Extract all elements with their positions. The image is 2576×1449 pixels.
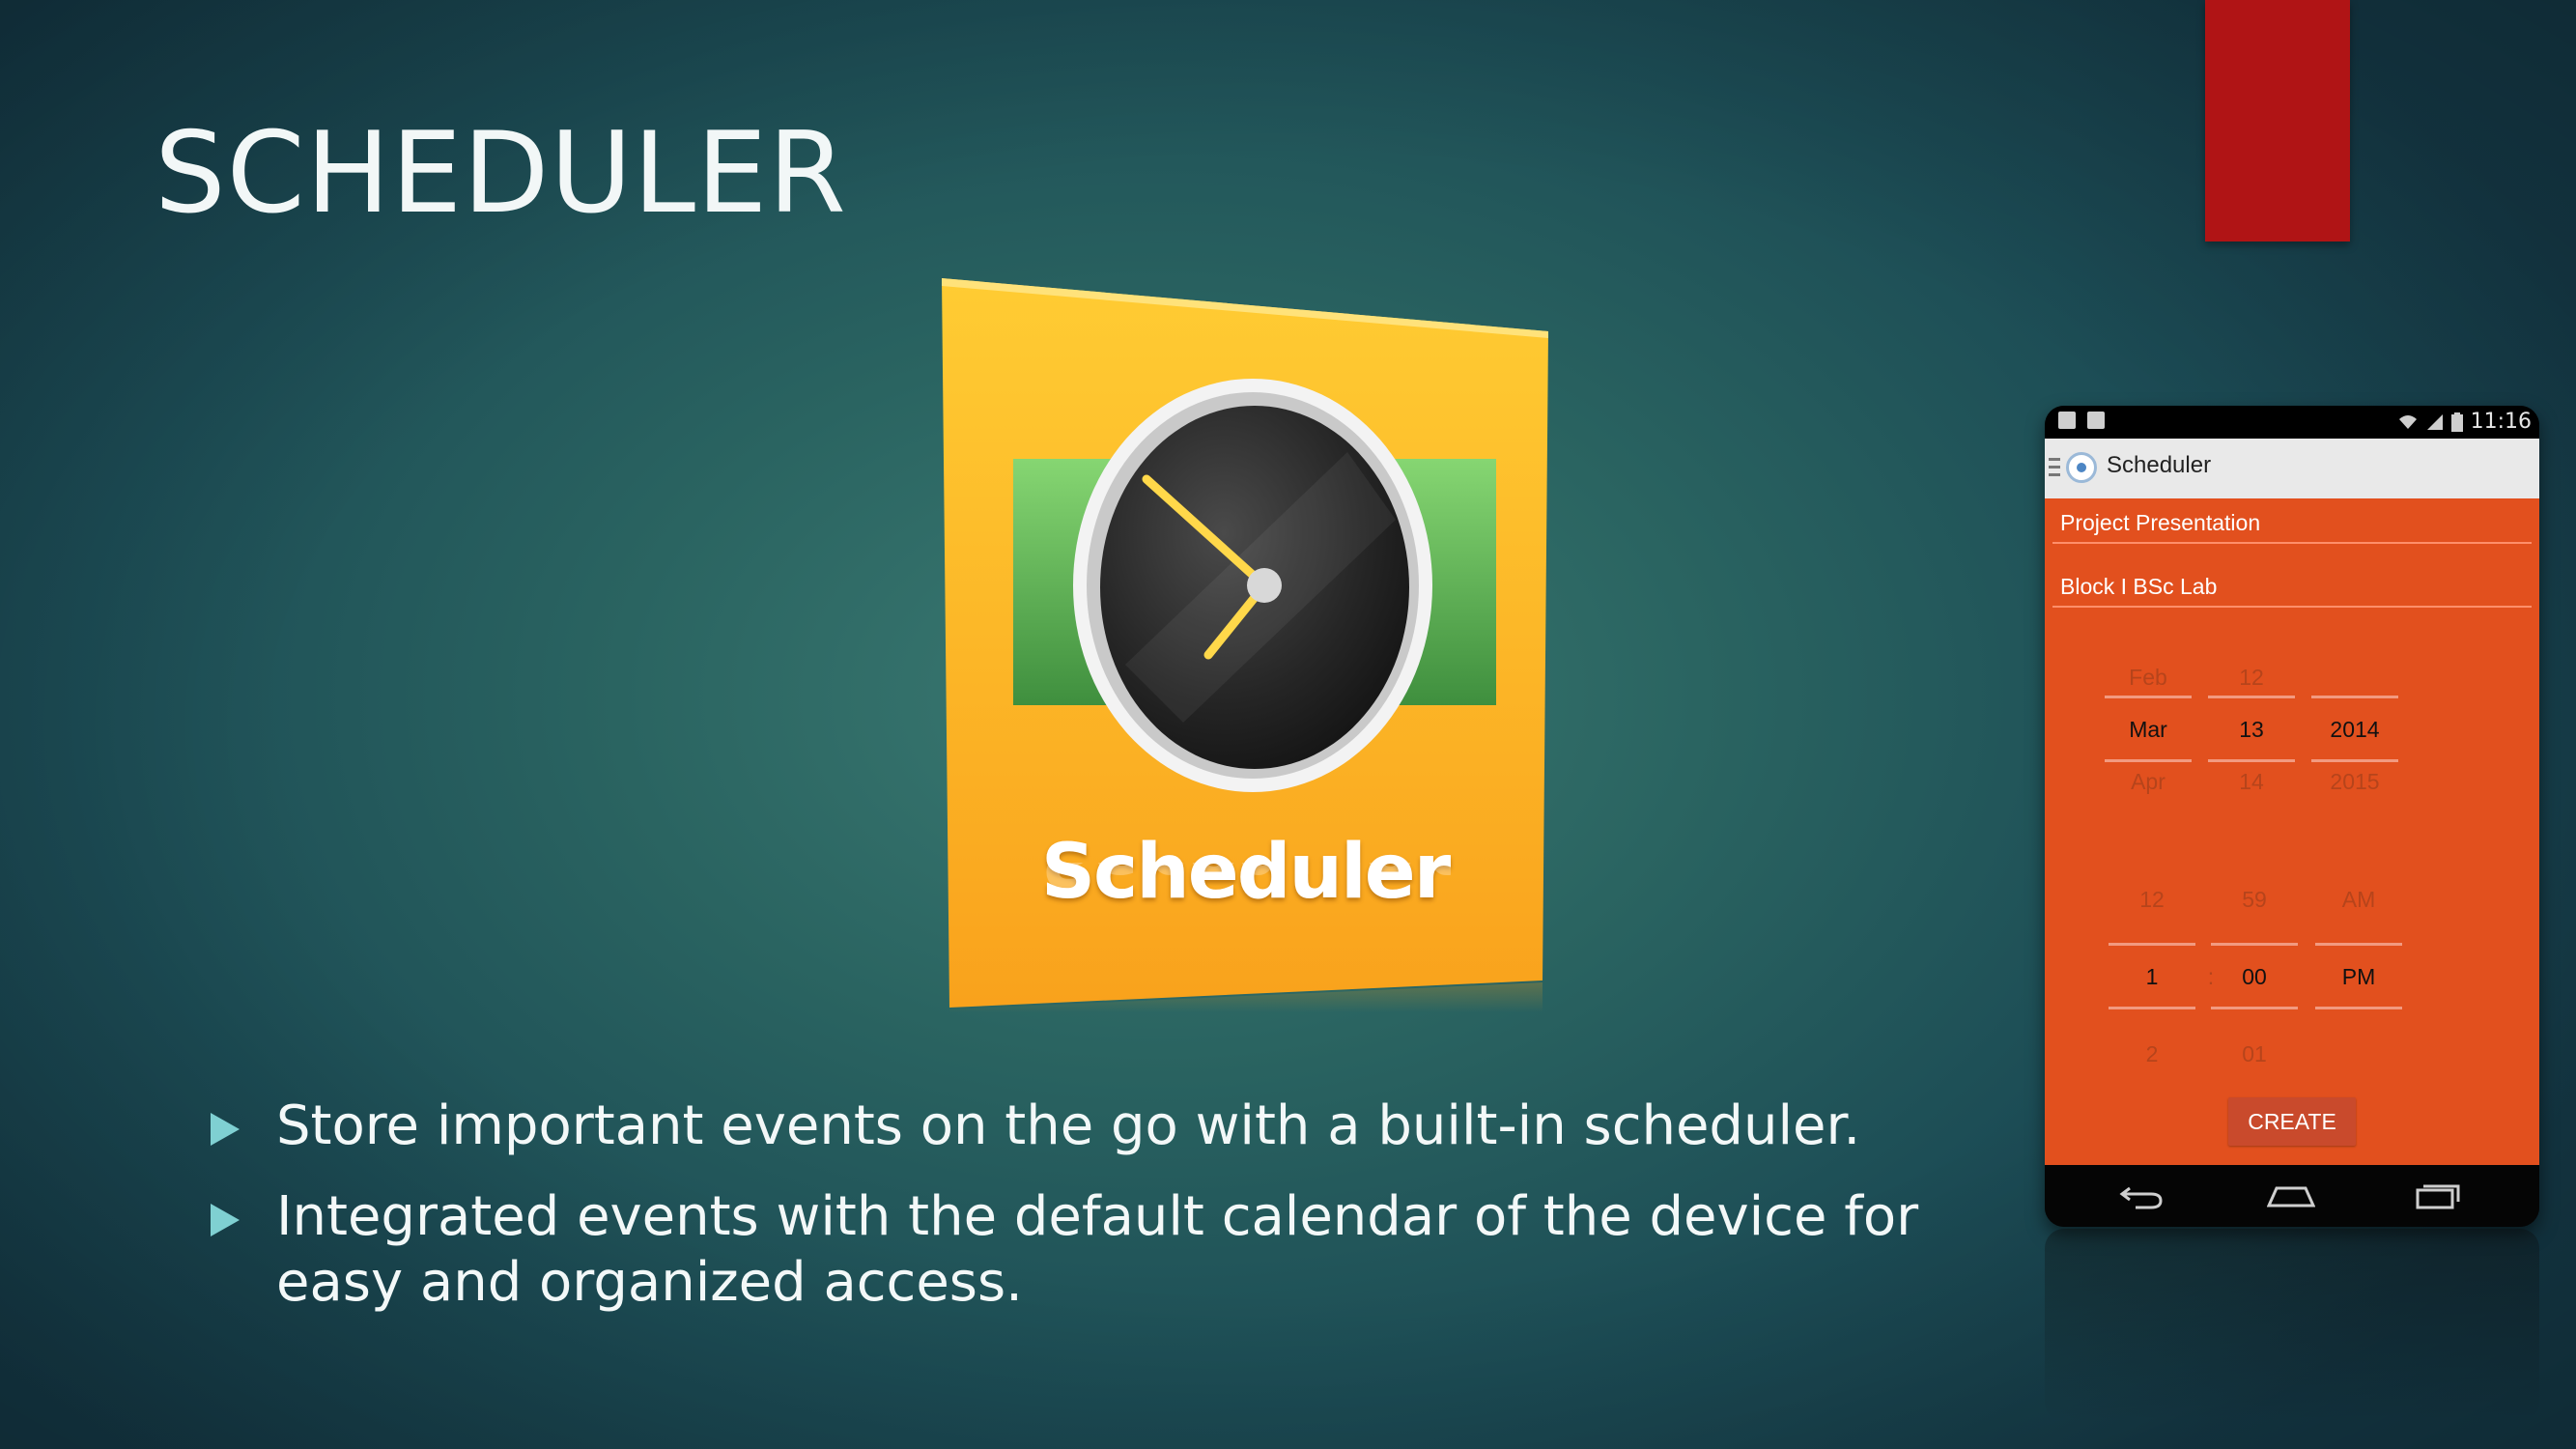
event-location-field[interactable]: Block I BSc Lab <box>2052 574 2532 608</box>
picker-divider <box>2311 696 2398 698</box>
ampm-selected[interactable]: PM <box>2315 964 2402 990</box>
ampm-prev[interactable]: AM <box>2315 887 2402 913</box>
app-icon-label-reflection: Scheduler <box>942 863 1548 901</box>
phone-screenshot: 11:16 Scheduler Project Presentation Blo… <box>2045 406 2539 1227</box>
phone-reflection <box>2045 1229 2539 1422</box>
picker-divider <box>2211 1007 2298 1009</box>
year-next[interactable]: 2015 <box>2311 769 2398 795</box>
year-selected[interactable]: 2014 <box>2311 717 2398 743</box>
action-bar-title: Scheduler <box>2107 452 2212 478</box>
hour-next[interactable]: 2 <box>2109 1041 2195 1067</box>
hour-prev[interactable]: 12 <box>2109 887 2195 913</box>
event-title-value: Project Presentation <box>2060 510 2261 535</box>
picker-divider <box>2208 759 2295 762</box>
picker-divider <box>2109 1007 2195 1009</box>
home-icon[interactable] <box>2267 1180 2315 1211</box>
picker-divider <box>2211 943 2298 946</box>
action-bar: Scheduler <box>2045 439 2539 498</box>
bullet-text: Store important events on the go with a … <box>276 1094 1861 1157</box>
sd-card-icon <box>2087 412 2105 429</box>
minute-next[interactable]: 01 <box>2211 1041 2298 1067</box>
picker-divider <box>2208 696 2295 698</box>
signal-icon <box>2426 413 2443 430</box>
event-title-field[interactable]: Project Presentation <box>2052 510 2532 544</box>
minute-selected[interactable]: 00 <box>2211 964 2298 990</box>
recent-apps-icon[interactable] <box>2414 1180 2462 1211</box>
minute-prev[interactable]: 59 <box>2211 887 2298 913</box>
triangle-bullet-icon <box>211 1113 240 1146</box>
picker-divider <box>2311 759 2398 762</box>
month-prev[interactable]: Feb <box>2105 665 2192 691</box>
create-button[interactable]: CREATE <box>2228 1097 2356 1146</box>
red-accent-tab <box>2205 0 2350 242</box>
status-time: 11:16 <box>2470 410 2532 434</box>
hour-selected[interactable]: 1 <box>2109 964 2195 990</box>
month-selected[interactable]: Mar <box>2105 717 2192 743</box>
bullet-item: Store important events on the go with a … <box>207 1094 2023 1159</box>
triangle-bullet-icon <box>211 1204 240 1236</box>
day-next[interactable]: 14 <box>2208 769 2295 795</box>
nav-bar <box>2045 1165 2539 1227</box>
wifi-icon <box>2398 414 2417 429</box>
day-prev[interactable]: 12 <box>2208 665 2295 691</box>
scheduler-app-icon: Scheduler Scheduler <box>942 278 1548 1012</box>
drawer-menu-icon[interactable] <box>2049 458 2060 479</box>
picker-divider <box>2109 943 2195 946</box>
battery-icon <box>2450 412 2463 432</box>
event-location-value: Block I BSc Lab <box>2060 574 2218 599</box>
month-next[interactable]: Apr <box>2105 769 2192 795</box>
picker-divider <box>2105 759 2192 762</box>
back-icon[interactable] <box>2118 1180 2166 1211</box>
app-logo-icon[interactable] <box>2066 452 2097 483</box>
day-selected[interactable]: 13 <box>2208 717 2295 743</box>
event-form: Project Presentation Block I BSc Lab Feb… <box>2045 498 2539 1165</box>
status-bar: 11:16 <box>2045 406 2539 439</box>
bullet-list: Store important events on the go with a … <box>207 1094 2023 1341</box>
bullet-text: Integrated events with the default calen… <box>276 1185 1919 1314</box>
bullet-item: Integrated events with the default calen… <box>207 1184 2023 1316</box>
picker-divider <box>2315 1007 2402 1009</box>
notification-icon <box>2058 412 2076 429</box>
slide-title: SCHEDULER <box>155 108 847 239</box>
picker-divider <box>2315 943 2402 946</box>
picker-divider <box>2105 696 2192 698</box>
